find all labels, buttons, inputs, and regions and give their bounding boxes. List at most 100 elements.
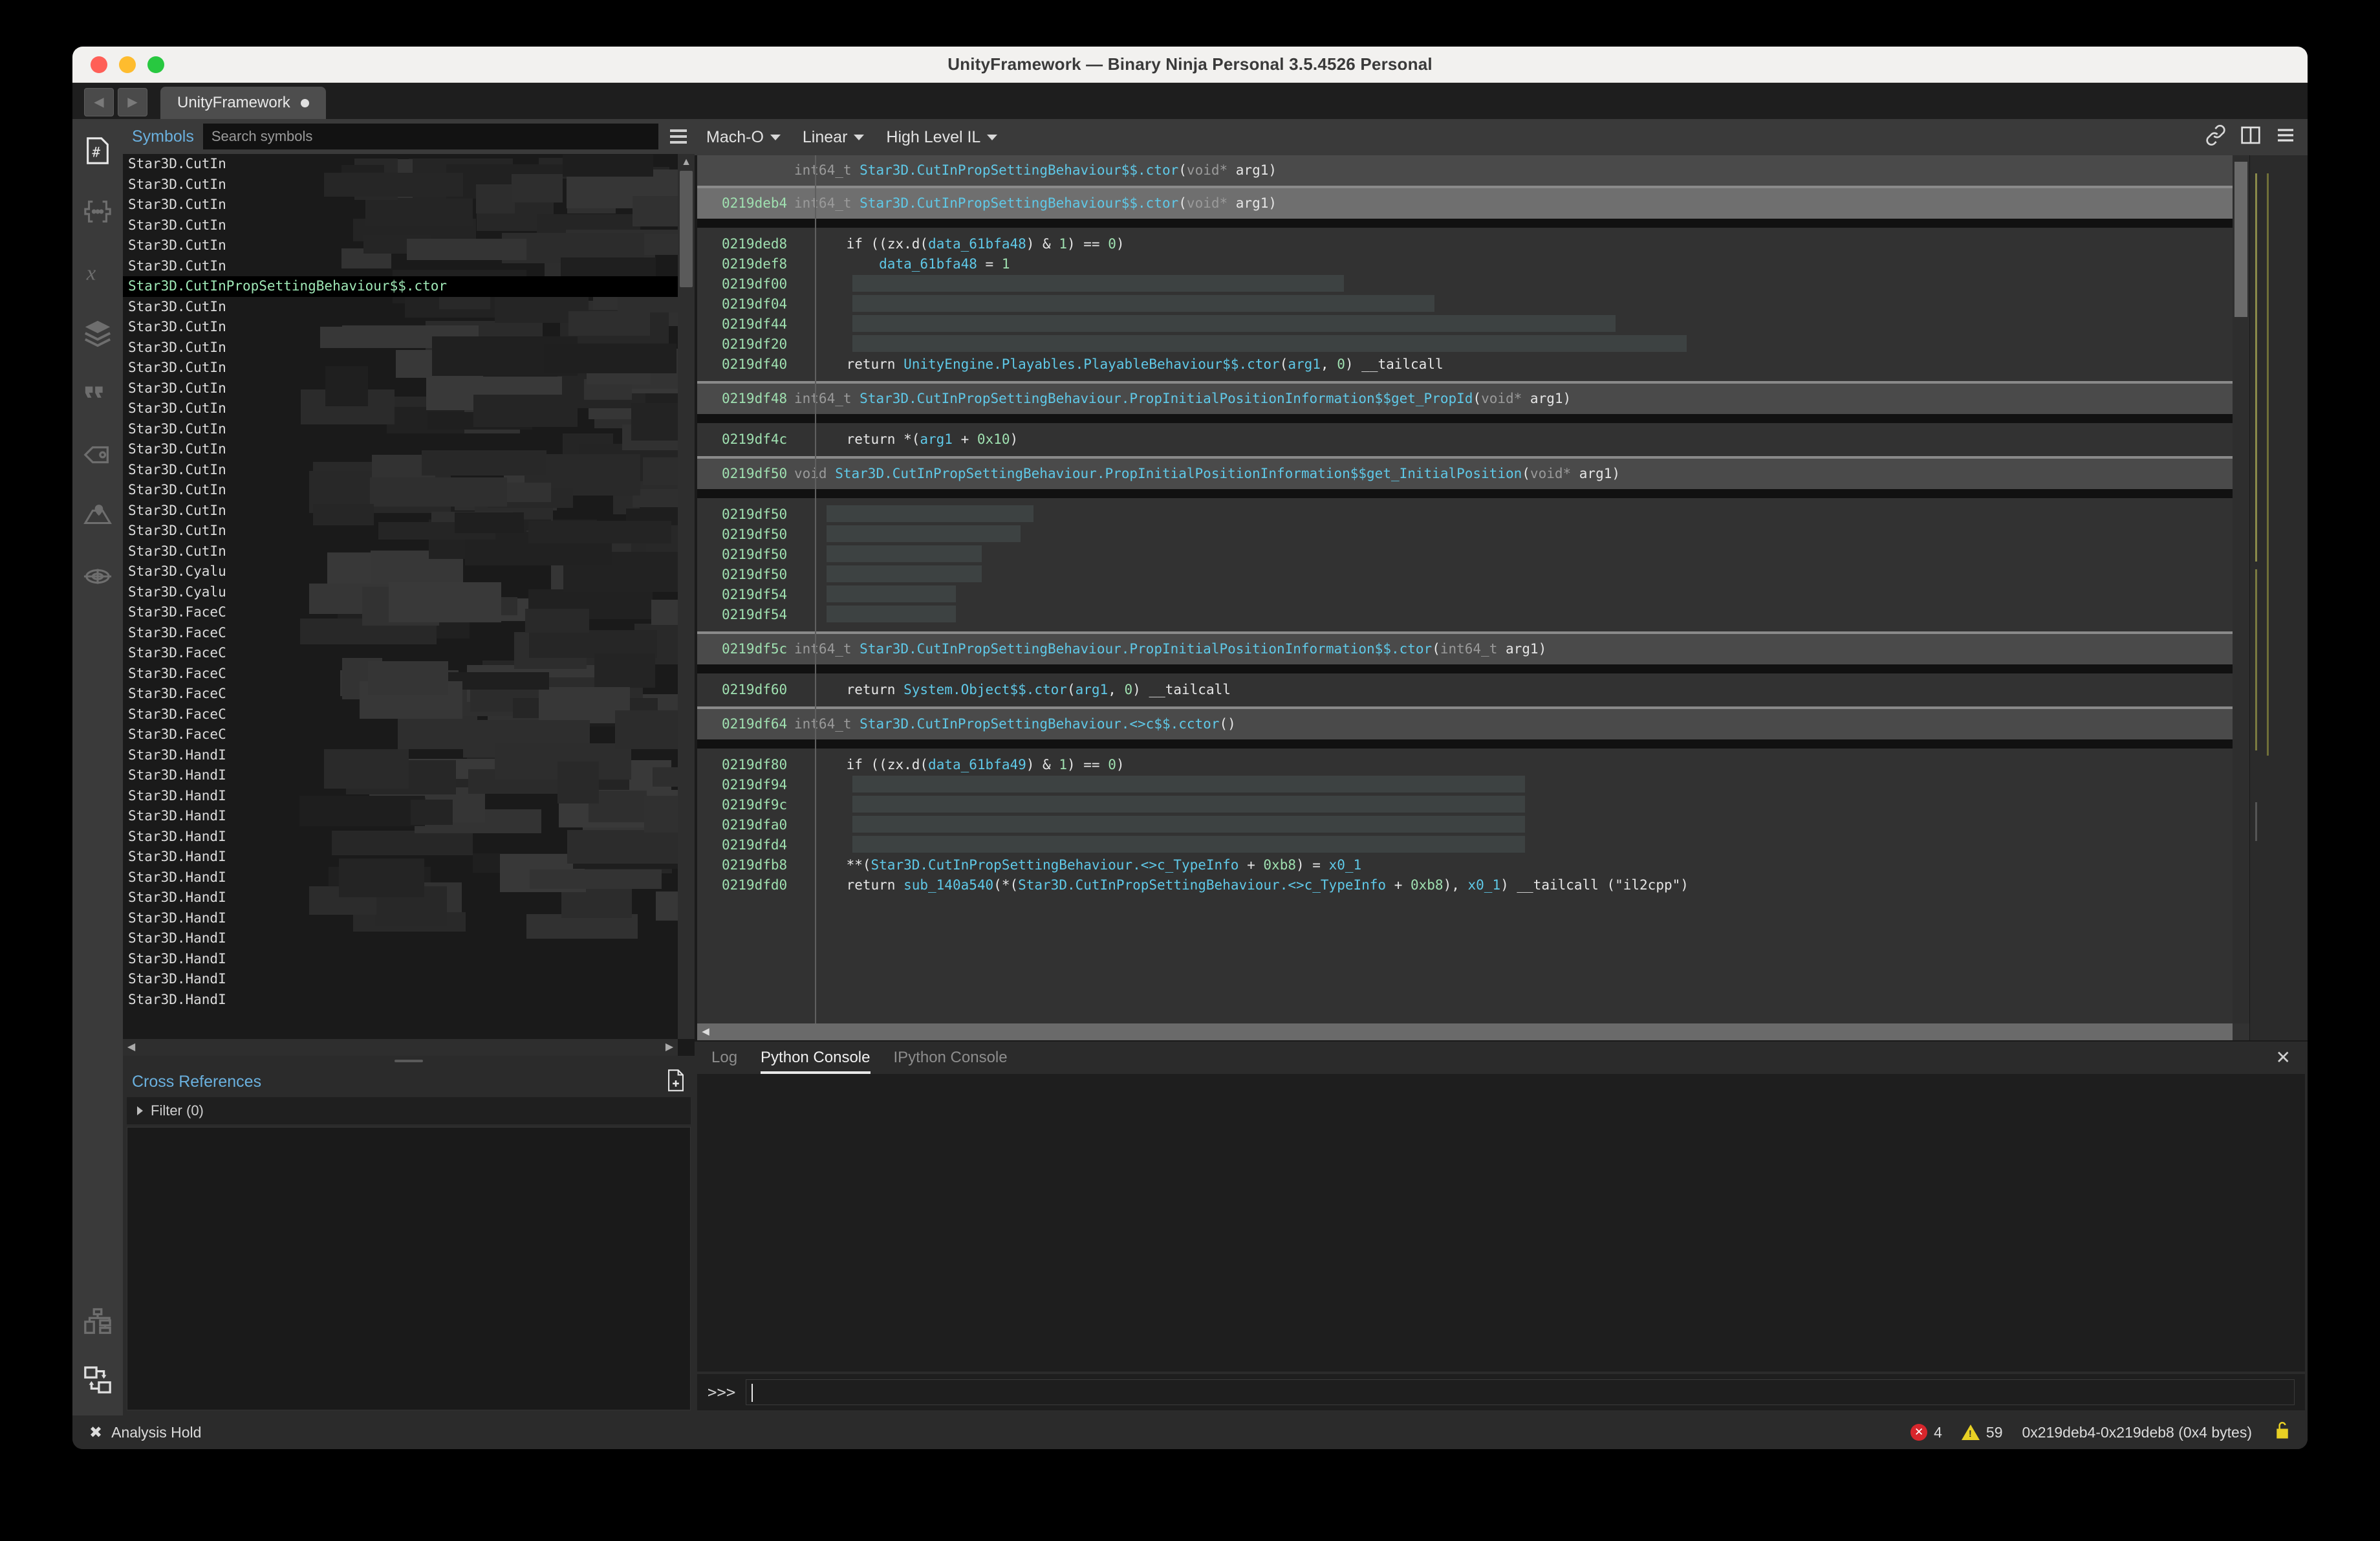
link-icon[interactable] xyxy=(2205,124,2226,150)
unlocked-icon[interactable] xyxy=(2274,1421,2291,1444)
symbols-search-input[interactable]: Search symbols xyxy=(202,124,658,149)
close-icon[interactable]: ✕ xyxy=(2276,1047,2291,1068)
code-line[interactable]: 0219df4c return *(arg1 + 0x10) xyxy=(697,430,2249,450)
symbols-vertical-scrollbar[interactable]: ▲ xyxy=(678,154,695,1039)
list-item[interactable]: Star3D.CutIn xyxy=(123,215,678,236)
code-line[interactable]: 0219dfb8 **(Star3D.CutInPropSettingBehav… xyxy=(697,855,2249,875)
code-line[interactable]: 0219df44 xyxy=(697,314,2249,334)
list-item[interactable]: Star3D.CutIn xyxy=(123,480,678,501)
code-block[interactable]: 0219df4c return *(arg1 + 0x10) xyxy=(697,155,2249,1040)
scroll-left-icon[interactable]: ◀ xyxy=(697,1023,714,1040)
list-item[interactable]: Star3D.FaceC xyxy=(123,602,678,623)
layout-dropdown[interactable]: Linear xyxy=(803,128,865,147)
tab-unityframework[interactable]: UnityFramework xyxy=(160,87,326,119)
list-item[interactable]: Star3D.CutIn xyxy=(123,358,678,378)
list-item[interactable]: Star3D.CutIn xyxy=(123,317,678,338)
cross-references-filter[interactable]: Filter (0) xyxy=(127,1097,691,1124)
list-item[interactable]: Star3D.HandI xyxy=(123,847,678,868)
list-item[interactable]: Star3D.CutIn xyxy=(123,521,678,541)
code-minimap[interactable] xyxy=(2249,155,2308,1040)
code-block[interactable]: 0219df80 if ((zx.d(data_61bfa49) & 1) ==… xyxy=(697,155,2249,1040)
sidebar-item-hierarchy[interactable] xyxy=(80,1304,115,1339)
list-item[interactable]: Star3D.HandI xyxy=(123,949,678,970)
sidebar-item-tags[interactable] xyxy=(80,437,115,472)
scroll-thumb[interactable] xyxy=(2234,162,2247,317)
console-input-field[interactable] xyxy=(746,1379,2295,1405)
symbols-options-icon[interactable] xyxy=(667,129,689,144)
list-item[interactable]: Star3D.FaceC xyxy=(123,684,678,705)
code-line[interactable]: 0219df50 xyxy=(697,565,2249,585)
list-item[interactable]: Star3D.CutIn xyxy=(123,195,678,215)
code-line[interactable]: 0219df54 xyxy=(697,585,2249,605)
symbols-horizontal-scrollbar[interactable]: ◀ ▶ xyxy=(123,1039,678,1056)
warning-count-indicator[interactable]: 59 xyxy=(1961,1424,2003,1441)
cross-references-body[interactable] xyxy=(127,1127,691,1410)
list-item[interactable]: Star3D.CutIn xyxy=(123,297,678,318)
code-line[interactable]: 0219ded8 if ((zx.d(data_61bfa48) & 1) ==… xyxy=(697,234,2249,254)
list-item[interactable]: Star3D.FaceC xyxy=(123,623,678,644)
scroll-up-icon[interactable]: ▲ xyxy=(678,154,695,171)
code-block[interactable]: 0219df60 return System.Object$$.ctor(arg… xyxy=(697,155,2249,1040)
code-line[interactable]: 0219df50 xyxy=(697,525,2249,545)
console-tab-ipython-console[interactable]: IPython Console xyxy=(894,1042,1008,1074)
nav-forward-button[interactable]: ▶ xyxy=(118,88,147,116)
list-item[interactable]: Star3D.HandI xyxy=(123,928,678,949)
list-item[interactable]: Star3D.FaceC xyxy=(123,705,678,725)
code-line[interactable]: 0219dfd0 return sub_140a540(*(Star3D.Cut… xyxy=(697,875,2249,895)
console-tab-log[interactable]: Log xyxy=(711,1042,737,1074)
code-block[interactable]: 0219ded8 if ((zx.d(data_61bfa48) & 1) ==… xyxy=(697,155,2249,1040)
list-item[interactable]: Star3D.HandI xyxy=(123,827,678,847)
list-item[interactable]: Star3D.CutIn xyxy=(123,256,678,277)
sidebar-item-memory-map[interactable] xyxy=(80,498,115,533)
list-item[interactable]: Star3D.CutIn xyxy=(123,419,678,440)
list-item[interactable]: Star3D.HandI xyxy=(123,868,678,888)
split-pane-icon[interactable] xyxy=(2240,125,2261,150)
code-block[interactable]: 0219df50 0219df50 0219df50 0219df50 0219df54… xyxy=(697,155,2249,1040)
list-item[interactable]: Star3D.CutIn xyxy=(123,154,678,175)
function-header[interactable]: 0219df64 int64_t Star3D.CutInPropSettingB… xyxy=(697,709,2249,739)
console-output[interactable] xyxy=(697,1074,2305,1372)
function-header[interactable]: 0219df50 void Star3D.CutInPropSettingBeha… xyxy=(697,459,2249,489)
list-item[interactable]: Star3D.CutIn xyxy=(123,338,678,358)
console-tab-python-console[interactable]: Python Console xyxy=(761,1042,871,1074)
code-vertical-scrollbar[interactable] xyxy=(2233,155,2249,1023)
list-item[interactable]: Star3D.Cyalu xyxy=(123,562,678,582)
function-header[interactable]: 0219df48 int64_t Star3D.CutInPropSettingB… xyxy=(697,384,2249,414)
code-horizontal-scrollbar[interactable]: ◀ xyxy=(697,1023,2233,1040)
list-item[interactable]: Star3D.FaceC xyxy=(123,725,678,745)
code-line[interactable]: 0219dfd4 xyxy=(697,835,2249,855)
code-line[interactable]: 0219df80 if ((zx.d(data_61bfa49) & 1) ==… xyxy=(697,755,2249,775)
sidebar-item-variables[interactable]: x xyxy=(80,255,115,290)
code-line[interactable]: 0219def8 data_61bfa48 = 1 xyxy=(697,254,2249,274)
function-header[interactable]: 0219deb4 int64_t Star3D.CutInPropSettingB… xyxy=(697,188,2249,219)
expand-triangle-icon[interactable] xyxy=(137,1106,143,1115)
list-item[interactable]: Star3D.FaceC xyxy=(123,643,678,664)
view-type-dropdown[interactable]: Mach-O xyxy=(706,128,781,147)
sidebar-item-symbols[interactable]: # xyxy=(80,133,115,168)
panel-splitter[interactable] xyxy=(123,1056,695,1066)
symbols-list[interactable]: Star3D.CutIn Star3D.CutIn Star3D.CutIn Star… xyxy=(123,154,695,1056)
list-item[interactable]: Star3D.HandI xyxy=(123,888,678,908)
list-item[interactable]: Star3D.Cyalu xyxy=(123,582,678,603)
sidebar-item-flowgraph[interactable] xyxy=(80,1362,115,1397)
list-item[interactable]: Star3D.HandI xyxy=(123,806,678,827)
code-line[interactable]: 0219df9c xyxy=(697,795,2249,815)
linear-disassembly-view[interactable]: int64_t Star3D.CutInPropSettingBehaviour… xyxy=(695,155,2249,1040)
code-line[interactable]: 0219df54 xyxy=(697,605,2249,625)
code-line[interactable]: 0219df04 xyxy=(697,294,2249,314)
list-item[interactable]: Star3D.HandI xyxy=(123,969,678,990)
error-count-indicator[interactable]: ✕ 4 xyxy=(1910,1424,1942,1441)
list-item[interactable]: Star3D.CutIn xyxy=(123,175,678,195)
code-line[interactable]: 0219df50 xyxy=(697,505,2249,525)
sidebar-item-targets[interactable] xyxy=(80,559,115,594)
list-item[interactable]: Star3D.CutInPropSettingBehaviour$$.ctor xyxy=(123,276,678,297)
cancel-icon[interactable]: ✖ xyxy=(89,1423,102,1442)
scroll-left-icon[interactable]: ◀ xyxy=(123,1039,140,1056)
code-line[interactable]: 0219df20 xyxy=(697,334,2249,355)
code-line[interactable]: 0219df00 xyxy=(697,274,2249,294)
code-line[interactable]: 0219df50 xyxy=(697,545,2249,565)
sidebar-item-strings[interactable] xyxy=(80,377,115,411)
code-line[interactable]: 0219df94 xyxy=(697,775,2249,795)
scroll-thumb[interactable] xyxy=(680,171,693,287)
list-item[interactable]: Star3D.CutIn xyxy=(123,235,678,256)
